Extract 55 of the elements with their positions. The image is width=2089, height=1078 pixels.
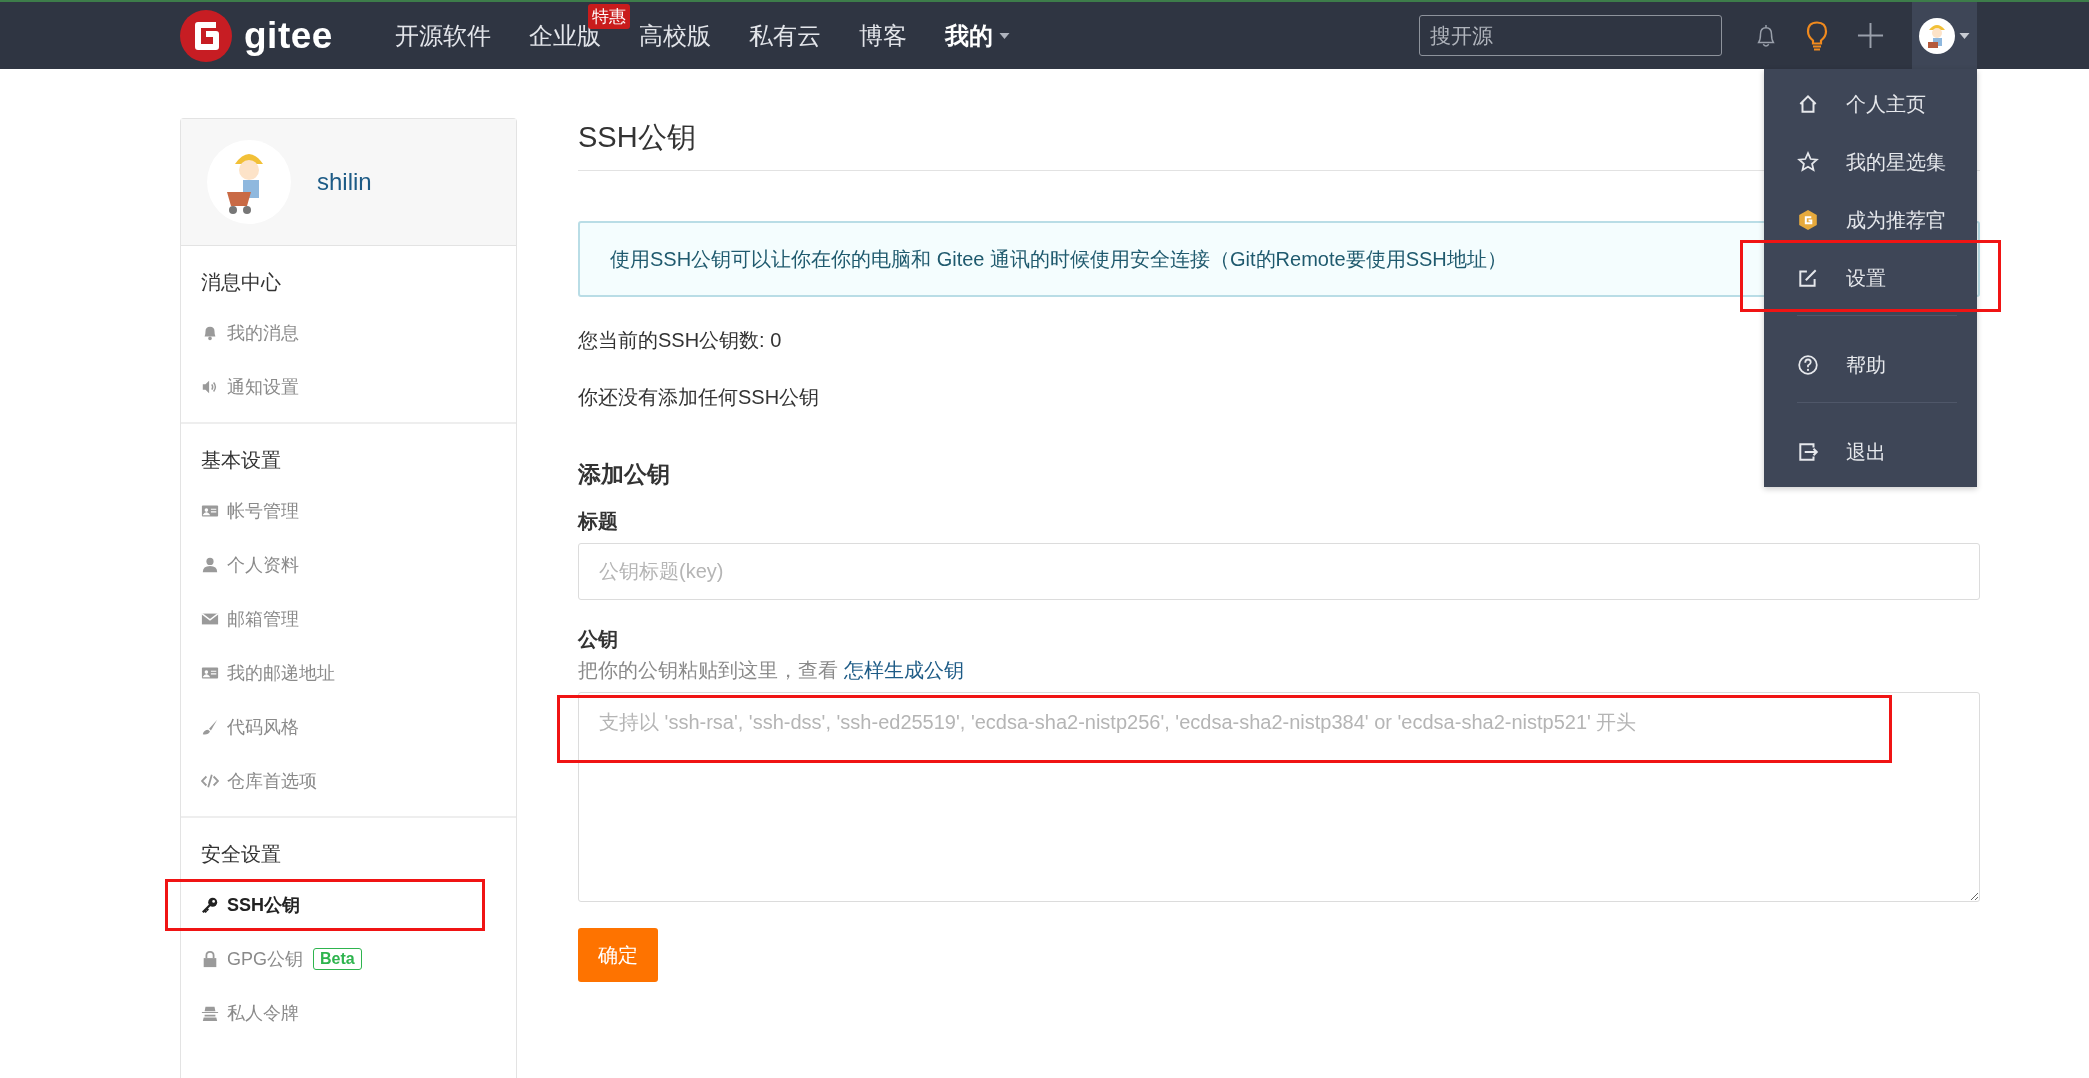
menu-item[interactable]: 我的星选集: [1797, 133, 1977, 191]
help-link[interactable]: 怎样生成公钥: [843, 659, 964, 681]
home-icon: [1797, 93, 1819, 115]
nav-link[interactable]: 博客: [858, 19, 907, 52]
sidebar-item[interactable]: 私人令牌: [201, 1001, 299, 1025]
star-icon: [1797, 151, 1819, 173]
empty-message: 你还没有添加任何SSH公钥: [578, 385, 821, 410]
help-icon: [1797, 354, 1819, 376]
logo-text[interactable]: gitee: [244, 14, 333, 57]
lock-icon: [201, 950, 219, 968]
section-title: 安全设置: [201, 842, 282, 867]
section-title: 消息中心: [201, 270, 282, 295]
caret-icon: [998, 32, 1010, 39]
key-icon: [201, 896, 219, 914]
logo-icon[interactable]: [180, 9, 232, 62]
nav-link[interactable]: 高校版: [638, 19, 711, 52]
menu-item[interactable]: 个人主页: [1797, 75, 1977, 133]
key-count: 您当前的SSH公钥数: 0: [578, 328, 783, 353]
sidebar-item[interactable]: 邮箱管理: [201, 607, 299, 631]
menu-item[interactable]: 帮助: [1797, 336, 1977, 394]
beta-badge: Beta: [313, 948, 362, 970]
nav-link[interactable]: 私有云: [748, 19, 821, 52]
sidebar-item[interactable]: 通知设置: [201, 375, 299, 399]
field-hint: 把你的公钥粘贴到这里，查看 怎样生成公钥: [578, 658, 965, 683]
lightbulb-icon[interactable]: [1805, 20, 1829, 51]
username[interactable]: shilin: [317, 168, 372, 196]
spy-icon: [201, 1004, 219, 1022]
sidebar-item[interactable]: 仓库首选项: [201, 769, 317, 793]
avatar[interactable]: [1919, 17, 1955, 54]
sidebar-item[interactable]: 个人资料: [201, 553, 299, 577]
sidebar-item[interactable]: GPG公钥: [201, 947, 303, 971]
my-menu[interactable]: 我的: [944, 19, 1010, 52]
title-field[interactable]: 公钥标题(key): [578, 543, 1980, 600]
caret-icon[interactable]: [1959, 32, 1970, 39]
form-title: 添加公钥: [578, 460, 671, 489]
menu-item[interactable]: 退出: [1797, 423, 1977, 481]
edit-icon: [1797, 267, 1819, 289]
menu-item[interactable]: 成为推荐官: [1797, 191, 1977, 249]
sidebar-item[interactable]: 我的邮递地址: [201, 661, 335, 685]
menu-item[interactable]: 设置: [1797, 249, 1977, 307]
speaker-icon: [201, 378, 219, 396]
logout-icon: [1797, 441, 1819, 463]
person-icon: [201, 556, 219, 574]
sidebar-item[interactable]: 我的消息: [201, 321, 299, 345]
code-icon: [201, 772, 219, 790]
badge-icon: [1797, 209, 1819, 231]
key-field[interactable]: 支持以 'ssh-rsa', 'ssh-dss', 'ssh-ed25519', 'ecdsa-sha2-nistp256', 'ecdsa-sha2-nistp384' or 'ecdsa-sha2-nistp521' 开头: [578, 692, 1980, 902]
section-title: 基本设置: [201, 448, 282, 473]
search-field[interactable]: 搜开源: [1419, 15, 1722, 56]
field-label: 公钥: [578, 627, 619, 652]
promo-badge: 特惠: [587, 3, 630, 29]
nav-link[interactable]: 开源软件: [394, 19, 491, 52]
sidebar-item[interactable]: SSH公钥: [201, 893, 300, 917]
plus-icon[interactable]: [1857, 22, 1884, 49]
field-label: 标题: [578, 509, 619, 534]
